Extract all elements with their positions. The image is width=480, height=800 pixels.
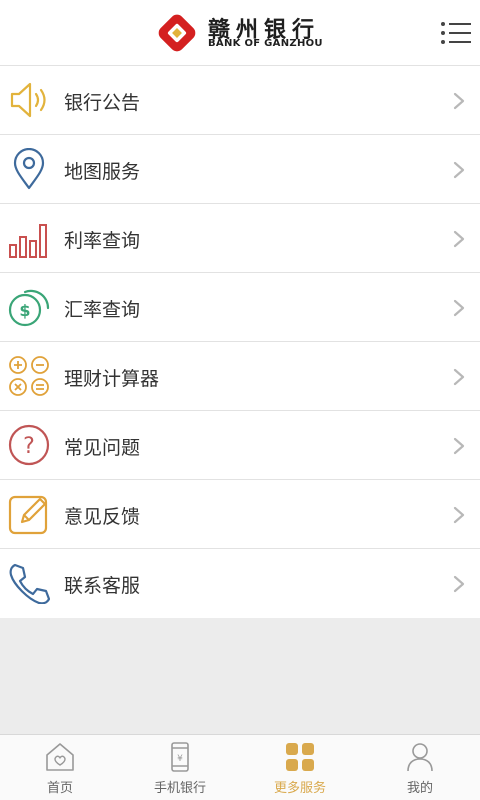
service-label: 利率查询 xyxy=(64,230,141,252)
service-label: 理财计算器 xyxy=(64,368,160,390)
tab-label: 更多服务 xyxy=(273,781,326,796)
tab-mobile-banking[interactable]: ¥ 手机银行 xyxy=(120,735,240,800)
tab-mine[interactable]: 我的 xyxy=(360,735,480,800)
bank-logo: 赣州银行 BANK OF GANZHOU xyxy=(156,12,336,54)
service-item-feedback[interactable]: 意见反馈 xyxy=(0,480,480,549)
phone-icon xyxy=(9,563,50,604)
service-item-faq[interactable]: ? 常见问题 xyxy=(0,411,480,480)
list-menu-icon[interactable] xyxy=(440,20,472,46)
svg-text:$: $ xyxy=(19,301,30,320)
map-pin-icon xyxy=(13,148,45,190)
service-label: 汇率查询 xyxy=(64,299,141,321)
mobile-bank-icon: ¥ xyxy=(171,742,189,772)
tab-label: 手机银行 xyxy=(153,781,206,796)
service-item-exchange-rate[interactable]: $ 汇率查询 xyxy=(0,273,480,342)
service-item-map[interactable]: 地图服务 xyxy=(0,135,480,204)
service-label: 意见反馈 xyxy=(64,506,141,528)
bar-chart-icon xyxy=(9,224,47,258)
service-item-interest-rate[interactable]: 利率查询 xyxy=(0,204,480,273)
chevron-right-icon xyxy=(453,437,465,455)
chevron-right-icon xyxy=(453,230,465,248)
service-label: 地图服务 xyxy=(64,161,141,183)
currency-coin-icon: $ xyxy=(8,289,50,327)
tab-label: 我的 xyxy=(406,781,433,796)
speaker-icon xyxy=(10,82,46,118)
tab-home[interactable]: 首页 xyxy=(0,735,120,800)
chevron-right-icon xyxy=(453,299,465,317)
calculator-icon xyxy=(9,356,49,396)
feedback-edit-icon xyxy=(8,495,48,535)
service-label: 银行公告 xyxy=(64,92,141,114)
bank-logo-mark-icon xyxy=(158,14,196,52)
grid-icon xyxy=(286,743,314,771)
service-item-announcement[interactable]: 银行公告 xyxy=(0,66,480,135)
tab-label: 首页 xyxy=(46,781,73,796)
svg-text:¥: ¥ xyxy=(177,754,183,764)
question-icon: ? xyxy=(8,424,50,466)
chevron-right-icon xyxy=(453,506,465,524)
bottom-tab-bar: 首页 ¥ 手机银行 更多服务 我的 xyxy=(0,734,480,800)
chevron-right-icon xyxy=(453,92,465,110)
service-item-customer-service[interactable]: 联系客服 xyxy=(0,549,480,618)
tab-more-services[interactable]: 更多服务 xyxy=(240,735,360,800)
service-item-calculator[interactable]: 理财计算器 xyxy=(0,342,480,411)
app-header: 赣州银行 BANK OF GANZHOU xyxy=(0,0,480,66)
chevron-right-icon xyxy=(453,161,465,179)
service-label: 常见问题 xyxy=(64,437,141,459)
service-label: 联系客服 xyxy=(64,575,141,597)
svg-text:?: ? xyxy=(23,434,35,459)
chevron-right-icon xyxy=(453,575,465,593)
logo-english-name: BANK OF GANZHOU xyxy=(208,38,323,49)
home-heart-icon xyxy=(46,743,74,771)
chevron-right-icon xyxy=(453,368,465,386)
service-list: 银行公告 地图服务 利率查询 $ 汇率查询 理财计算器 ? 常见问题 意见反馈 … xyxy=(0,66,480,618)
person-icon xyxy=(407,743,433,772)
